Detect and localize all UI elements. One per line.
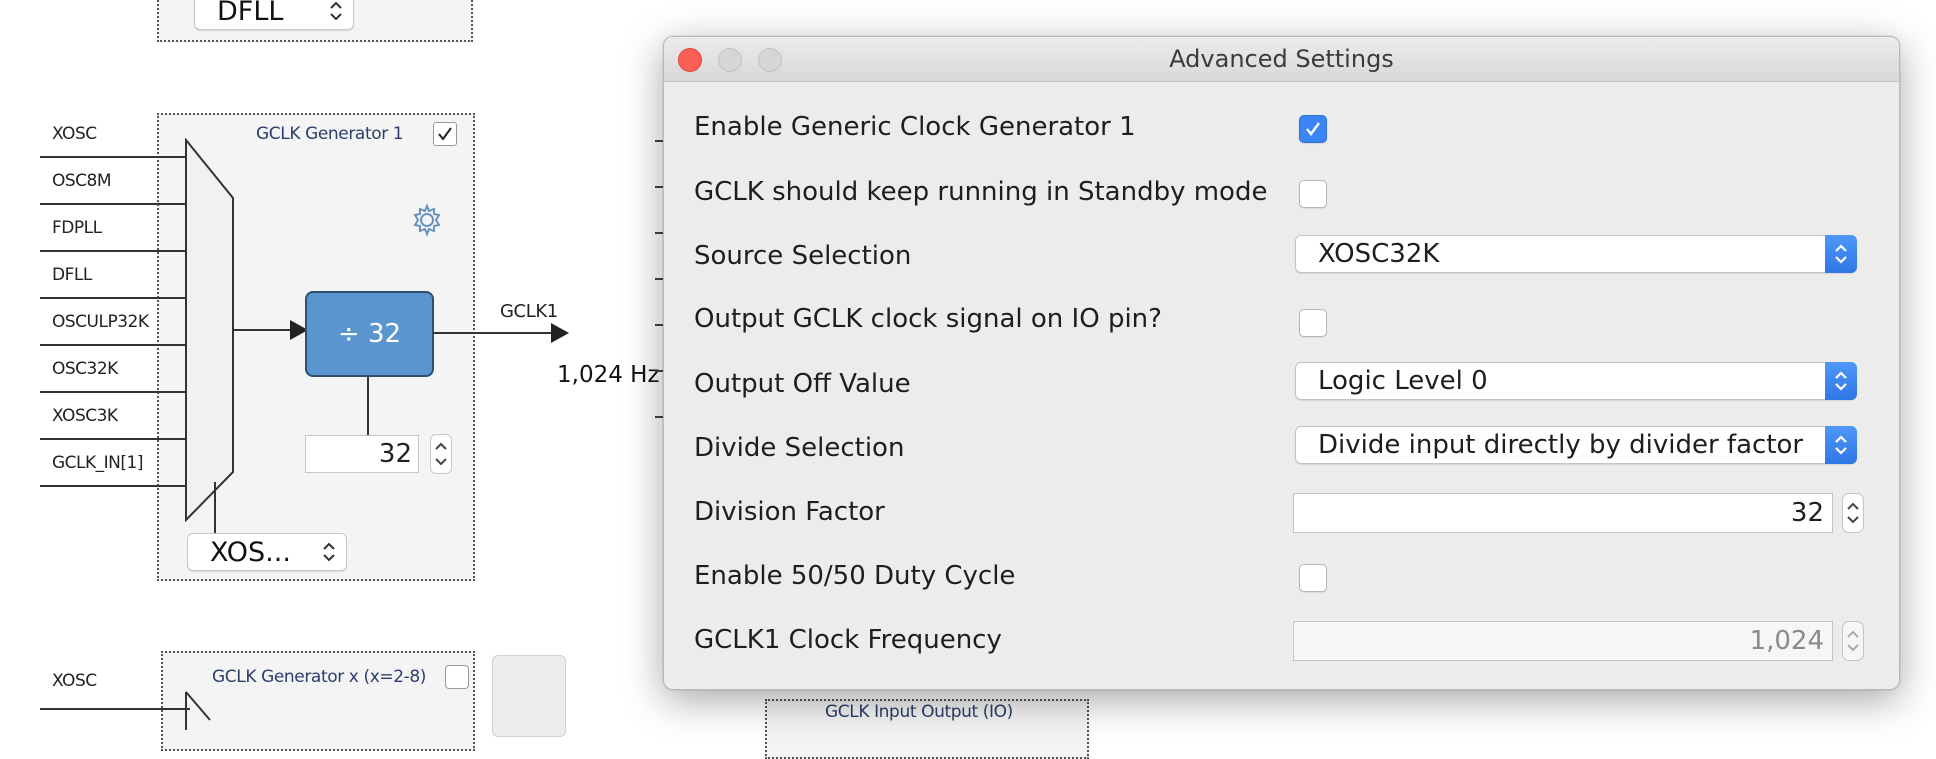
- generator1-input-line: [40, 203, 186, 205]
- chevron-updown-icon: [1825, 362, 1857, 400]
- chevron-updown-icon: [330, 1, 342, 21]
- scrollbar-track[interactable]: [492, 655, 566, 737]
- output-io-label: Output GCLK clock signal on IO pin?: [694, 304, 1162, 334]
- generatorx-mux-shape: [185, 691, 211, 730]
- division-factor-stepper[interactable]: [1842, 493, 1864, 533]
- divider-value-field[interactable]: 32: [305, 435, 419, 473]
- divide-selection-value: Divide input directly by divider factor: [1318, 430, 1804, 460]
- generator1-input-line: [40, 156, 190, 158]
- generator1-title: GCLK Generator 1: [256, 124, 404, 144]
- output-off-value: Logic Level 0: [1318, 366, 1488, 396]
- io-box-title: GCLK Input Output (IO): [825, 702, 1013, 722]
- divider-label: ÷ 32: [337, 319, 402, 349]
- chevron-updown-icon: [1825, 235, 1857, 273]
- output-frequency: 1,024 Hz: [557, 362, 660, 388]
- generator1-input-label: FDPLL: [52, 218, 102, 238]
- source-selection-select[interactable]: XOSC32K: [1295, 235, 1857, 273]
- output-label: GCLK1: [500, 301, 558, 322]
- generator0-source-value: DFLL: [217, 0, 284, 27]
- generator1-source-select[interactable]: XOS...: [187, 533, 347, 571]
- dialog-titlebar[interactable]: Advanced Settings: [664, 37, 1899, 82]
- generator0-source-select[interactable]: DFLL: [194, 0, 354, 30]
- partial-line-fragment: [655, 232, 663, 234]
- generator1-input-label: XOSC: [52, 124, 97, 144]
- generator1-input-label: OSC32K: [52, 359, 118, 379]
- stepper-icon: [1847, 502, 1859, 524]
- generator1-source-value: XOS...: [210, 536, 291, 568]
- divider-stepper[interactable]: [430, 434, 452, 474]
- mux-select-line: [214, 482, 216, 534]
- mux-to-divider-line: [233, 329, 295, 331]
- generatorx-input-label: XOSC: [52, 671, 97, 691]
- checkmark-icon: [1306, 122, 1320, 136]
- divide-selection-select[interactable]: Divide input directly by divider factor: [1295, 426, 1857, 464]
- generator1-enable-checkbox[interactable]: [433, 122, 457, 146]
- generatorx-title: GCLK Generator x (x=2-8): [212, 667, 426, 687]
- gear-icon[interactable]: [410, 203, 444, 237]
- source-selection-label: Source Selection: [694, 241, 912, 271]
- divide-selection-label: Divide Selection: [694, 433, 905, 463]
- standby-label: GCLK should keep running in Standby mode: [694, 177, 1268, 207]
- arrow-right-icon: [551, 323, 569, 343]
- enable-generator-checkbox[interactable]: [1299, 115, 1327, 143]
- generator1-input-line: [40, 438, 186, 440]
- division-factor-field[interactable]: 32: [1293, 493, 1833, 533]
- generatorx-input-line: [40, 708, 190, 710]
- division-factor-label: Division Factor: [694, 497, 885, 527]
- source-selection-value: XOSC32K: [1318, 239, 1440, 269]
- generator1-input-label: OSCULP32K: [52, 312, 149, 332]
- generator1-input-line: [40, 297, 186, 299]
- clock-frequency-stepper: [1842, 621, 1864, 661]
- partial-line-fragment: [655, 324, 663, 326]
- partial-line-fragment: [655, 278, 663, 280]
- generator1-input-line: [40, 485, 186, 487]
- generator1-input-label: DFLL: [52, 265, 92, 285]
- chevron-updown-icon: [323, 542, 335, 562]
- enable-generator-label: Enable Generic Clock Generator 1: [694, 112, 1136, 142]
- output-io-checkbox[interactable]: [1299, 309, 1327, 337]
- chevron-updown-icon: [1825, 426, 1857, 464]
- generator1-input-label: GCLK_IN[1]: [52, 453, 143, 473]
- dialog-title: Advanced Settings: [1169, 45, 1394, 73]
- checkmark-icon: [438, 127, 452, 141]
- generator1-input-label: OSC8M: [52, 171, 112, 191]
- duty-cycle-checkbox[interactable]: [1299, 564, 1327, 592]
- partial-line-fragment: [655, 186, 663, 188]
- output-off-value-select[interactable]: Logic Level 0: [1295, 362, 1857, 400]
- output-off-value-label: Output Off Value: [694, 369, 911, 399]
- generator1-input-line: [40, 391, 186, 393]
- generator1-input-line: [40, 344, 186, 346]
- partial-line-fragment: [655, 140, 663, 142]
- stepper-icon: [435, 442, 447, 466]
- duty-cycle-label: Enable 50/50 Duty Cycle: [694, 561, 1016, 591]
- mux-shape: [185, 138, 234, 522]
- generator1-input-label: XOSC3K: [52, 406, 118, 426]
- standby-checkbox[interactable]: [1299, 180, 1327, 208]
- clock-frequency-label: GCLK1 Clock Frequency: [694, 625, 1002, 655]
- stepper-icon: [1847, 630, 1859, 652]
- generator1-input-line: [40, 250, 186, 252]
- partial-line-fragment: [655, 370, 663, 372]
- partial-line-fragment: [655, 416, 663, 418]
- advanced-settings-dialog: Advanced Settings Enable Generic Clock G…: [663, 36, 1900, 690]
- divider-connector-line: [367, 377, 369, 435]
- divider-block[interactable]: ÷ 32: [305, 291, 434, 377]
- divider-output-line: [434, 332, 554, 334]
- generatorx-enable-checkbox[interactable]: [445, 665, 469, 689]
- clock-frequency-field: 1,024: [1293, 621, 1833, 661]
